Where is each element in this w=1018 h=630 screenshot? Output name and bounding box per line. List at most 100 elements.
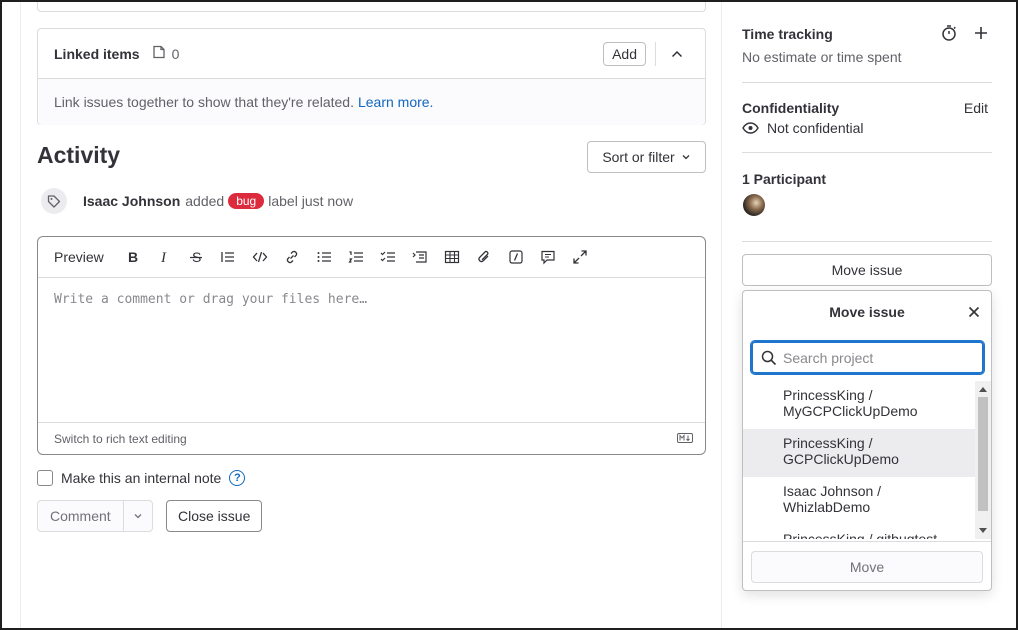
comment-options-dropdown[interactable] <box>124 501 152 531</box>
collapsible-icon <box>412 251 427 263</box>
quote-button[interactable] <box>212 243 244 271</box>
time-tracking-actions <box>940 24 990 45</box>
move-issue-dropdown-header: Move issue <box>743 291 991 333</box>
svg-text:B: B <box>128 250 138 264</box>
confidentiality-title: Confidentiality <box>742 100 840 116</box>
task-list-icon <box>380 251 395 262</box>
project-option[interactable]: PrincessKing / GCPClickUpDemo <box>743 429 975 477</box>
numbered-list-button[interactable] <box>340 243 372 271</box>
add-time-icon[interactable] <box>972 24 990 45</box>
comment-editor: Preview B I S Write a comment or drag yo… <box>37 236 706 455</box>
numbered-list-icon <box>348 251 363 263</box>
project-option[interactable]: PrincessKing / MyGCPClickUpDemo <box>743 381 975 429</box>
editor-footer: Switch to rich text editing <box>38 422 705 454</box>
issue-link-icon <box>152 45 166 62</box>
internal-note-label[interactable]: Make this an internal note <box>61 470 221 486</box>
slash-command-button[interactable] <box>500 243 532 271</box>
search-project-field <box>751 341 984 374</box>
eye-icon <box>742 122 759 134</box>
move-issue-dropdown-footer: Move <box>743 541 991 590</box>
linked-items-empty-state: Link issues together to show that they'r… <box>38 79 705 125</box>
participant-avatar[interactable] <box>743 194 765 216</box>
link-button[interactable] <box>276 243 308 271</box>
confidentiality-value: Not confidential <box>767 120 864 136</box>
project-name: MyGCPClickUpDemo <box>783 403 918 419</box>
search-icon <box>761 350 777 365</box>
svg-text:I: I <box>160 250 167 264</box>
attach-file-button[interactable] <box>468 243 500 271</box>
fullscreen-icon <box>573 250 587 264</box>
strikethrough-button[interactable]: S <box>180 243 212 271</box>
confidentiality-edit-button[interactable]: Edit <box>964 100 988 116</box>
project-option[interactable]: Isaac Johnson / WhizlabDemo <box>743 477 975 525</box>
comment-template-icon <box>541 250 555 265</box>
bullet-list-icon <box>317 252 331 262</box>
label-icon <box>41 188 67 214</box>
scrollbar-thumb[interactable] <box>978 397 988 511</box>
project-namespace: PrincessKing / <box>783 435 873 451</box>
activity-heading: Activity <box>37 142 121 168</box>
linked-items-count-value: 0 <box>171 45 180 62</box>
comment-split-button: Comment <box>37 500 153 532</box>
move-issue-dropdown: Move issue PrincessKing / MyGCPClickUpDe… <box>742 290 992 591</box>
bold-button[interactable]: B <box>116 243 148 271</box>
chevron-up-icon <box>671 50 683 57</box>
slash-command-icon <box>509 250 523 264</box>
time-tracking-value: No estimate or time spent <box>742 49 902 65</box>
linked-items-header: Linked items 0 Add <box>38 29 705 79</box>
attach-icon <box>478 250 489 263</box>
switch-to-rich-text-button[interactable]: Switch to rich text editing <box>54 432 187 446</box>
bullet-list-button[interactable] <box>308 243 340 271</box>
move-issue-dropdown-title: Move issue <box>829 304 905 320</box>
project-namespace: PrincessKing / gitbugtest <box>783 531 938 539</box>
table-icon <box>444 250 459 264</box>
code-icon <box>252 251 268 263</box>
collapse-toggle[interactable] <box>665 42 689 66</box>
italic-icon: I <box>160 250 167 264</box>
help-icon[interactable]: ? <box>229 470 246 486</box>
collapsible-button[interactable] <box>404 243 436 271</box>
linked-items-help-text: Link issues together to show that they'r… <box>54 94 354 110</box>
editor-toolbar: Preview B I S <box>38 237 705 278</box>
bold-icon: B <box>128 250 138 264</box>
move-button[interactable]: Move <box>751 551 983 583</box>
italic-button[interactable]: I <box>148 243 180 271</box>
time-tracking-section: Time tracking No estimate or time spent <box>742 0 992 83</box>
comment-button[interactable]: Comment <box>38 501 124 531</box>
comment-template-button[interactable] <box>532 243 564 271</box>
move-issue-button[interactable]: Move issue <box>742 254 992 286</box>
code-button[interactable] <box>244 243 276 271</box>
event-author-link[interactable]: Isaac Johnson <box>83 193 180 209</box>
sort-or-filter-button[interactable]: Sort or filter <box>587 141 706 173</box>
comment-textarea[interactable]: Write a comment or drag your files here… <box>38 278 705 423</box>
confidentiality-section: Confidentiality Not confidential <box>742 83 992 153</box>
linked-items-card: Linked items 0 Add Link issues together … <box>37 28 706 125</box>
project-option[interactable]: PrincessKing / gitbugtest <box>743 525 975 539</box>
participants-section: 1 Participant <box>742 153 992 242</box>
fullscreen-button[interactable] <box>564 243 596 271</box>
close-icon[interactable] <box>965 303 983 321</box>
linked-items-title: Linked items <box>54 45 140 62</box>
event-verb: added <box>185 193 225 209</box>
confidentiality-status: Not confidential <box>742 120 864 136</box>
search-project-input[interactable] <box>783 349 973 366</box>
scroll-up-arrow-icon[interactable] <box>979 385 987 393</box>
issue-main-column: Linked items 0 Add Link issues together … <box>20 0 722 630</box>
strikethrough-icon: S <box>189 250 202 264</box>
project-list-scrollbar[interactable] <box>975 381 991 539</box>
project-list: PrincessKing / MyGCPClickUpDemo Princess… <box>743 381 975 539</box>
bug-label-badge[interactable]: bug <box>228 193 265 209</box>
internal-note-checkbox[interactable] <box>37 470 53 486</box>
project-name: GCPClickUpDemo <box>783 451 899 467</box>
table-button[interactable] <box>436 243 468 271</box>
close-issue-button[interactable]: Close issue <box>166 500 263 532</box>
link-icon <box>286 250 297 264</box>
learn-more-link[interactable]: Learn more. <box>358 94 433 110</box>
divider <box>655 41 656 66</box>
task-list-button[interactable] <box>372 243 404 271</box>
add-linked-item-button[interactable]: Add <box>603 41 646 66</box>
chevron-down-icon <box>682 155 690 160</box>
scroll-down-arrow-icon[interactable] <box>979 527 987 535</box>
preview-tab[interactable]: Preview <box>54 249 104 265</box>
timer-icon[interactable] <box>940 24 958 45</box>
